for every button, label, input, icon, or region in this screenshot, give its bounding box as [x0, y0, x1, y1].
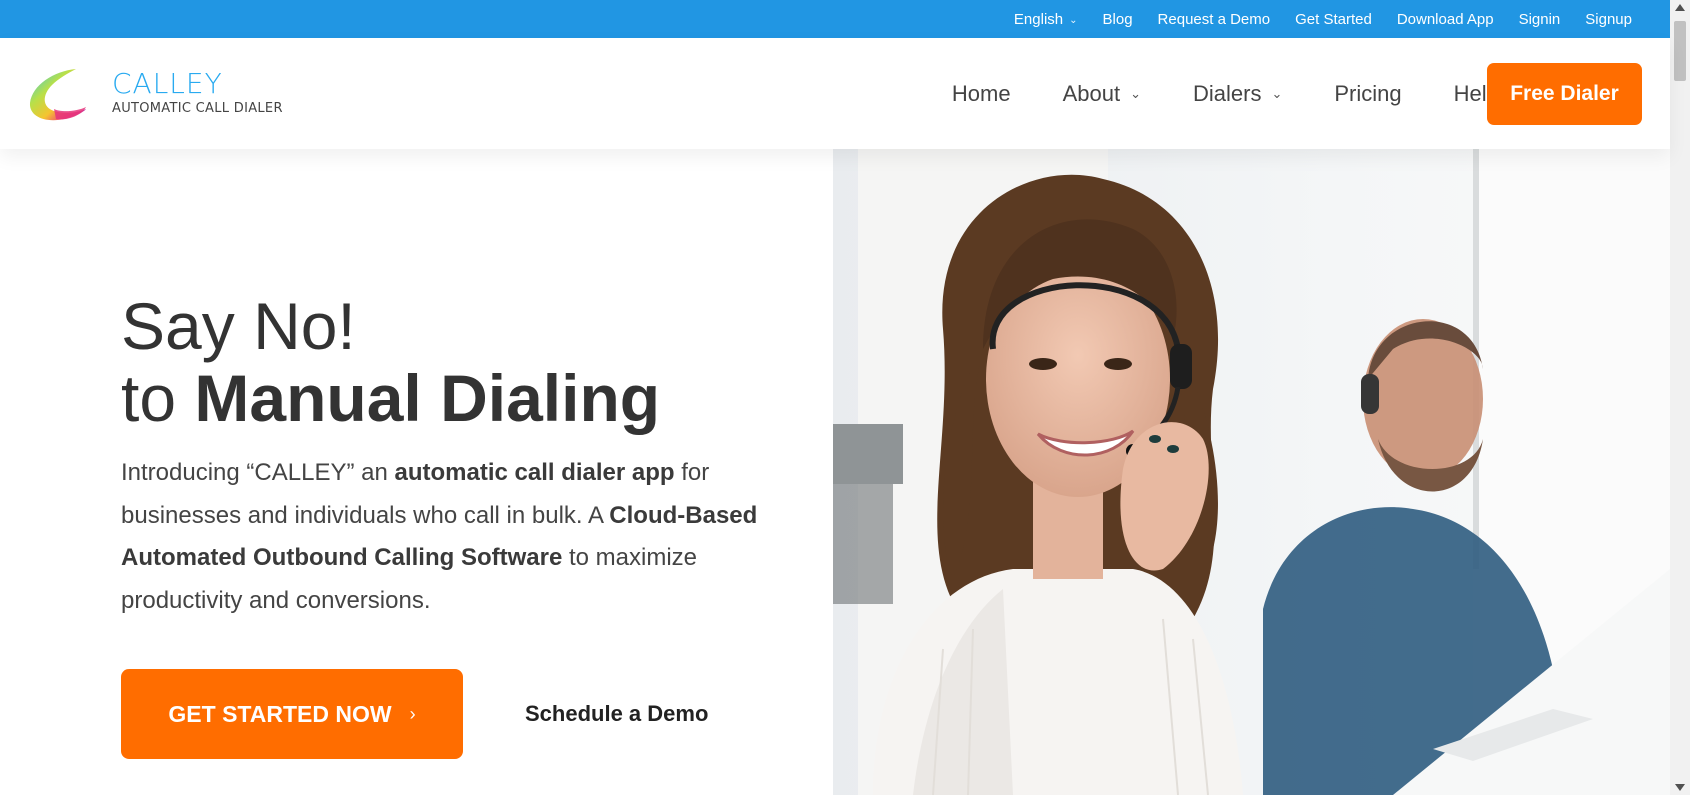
nav-about-label: About	[1062, 80, 1121, 106]
calley-logo-icon	[29, 69, 86, 121]
nav-home[interactable]: Home	[952, 81, 1011, 107]
schedule-demo-link[interactable]: Schedule a Demo	[525, 701, 708, 727]
get-started-now-label: GET STARTED NOW	[168, 700, 392, 727]
lead-text-1: Introducing “CALLEY” an	[121, 459, 395, 486]
top-link-download-app[interactable]: Download App	[1397, 11, 1494, 28]
scroll-thumb[interactable]	[1674, 21, 1686, 81]
hero-content: Say No! to Manual Dialing Introducing “C…	[121, 290, 757, 622]
hero-description: Introducing “CALLEY” an automatic call d…	[121, 452, 761, 622]
hero-line-2-prefix: to	[121, 361, 195, 435]
hero-headline: Say No! to Manual Dialing	[121, 290, 741, 434]
top-utility-bar: English ⌄ Blog Request a Demo Get Starte…	[0, 0, 1670, 38]
chevron-down-icon: ⌄	[1271, 85, 1283, 101]
lead-bold-1: automatic call dialer app	[394, 459, 675, 486]
free-dialer-button[interactable]: Free Dialer	[1487, 63, 1642, 125]
hero-line-2-bold: Manual Dialing	[194, 361, 661, 435]
nav-pricing[interactable]: Pricing	[1334, 81, 1401, 107]
chevron-right-icon: ›	[409, 703, 416, 724]
hero-line-1: Say No!	[121, 289, 356, 363]
scroll-up-arrow-icon[interactable]	[1675, 4, 1685, 11]
chevron-down-icon: ⌄	[1069, 14, 1078, 26]
top-link-signup[interactable]: Signup	[1585, 11, 1632, 28]
hero-photo	[833, 149, 1670, 795]
nav-dialers[interactable]: Dialers ⌄	[1193, 81, 1282, 107]
main-header: CALLEY AUTOMATIC CALL DIALER Home About …	[0, 38, 1670, 149]
top-links: English ⌄ Blog Request a Demo Get Starte…	[1014, 0, 1632, 38]
language-selector[interactable]: English ⌄	[1014, 11, 1078, 28]
language-label: English	[1013, 10, 1064, 28]
logo-subtitle: AUTOMATIC CALL DIALER	[112, 101, 283, 116]
chevron-down-icon: ⌄	[1130, 85, 1141, 101]
scroll-down-arrow-icon[interactable]	[1675, 784, 1685, 791]
top-link-blog[interactable]: Blog	[1103, 11, 1133, 28]
logo-link[interactable]: CALLEY AUTOMATIC CALL DIALER	[24, 63, 304, 135]
call-center-agents-image	[833, 149, 1670, 795]
top-link-get-started[interactable]: Get Started	[1295, 11, 1372, 28]
logo-title: CALLEY	[112, 67, 223, 100]
get-started-now-button[interactable]: GET STARTED NOW ›	[121, 669, 463, 759]
nav-home-label: Home	[951, 80, 1011, 106]
main-nav: Home About ⌄ Dialers ⌄ Pricing Help? ⌄	[900, 38, 1532, 149]
page-scrollbar[interactable]	[1670, 0, 1690, 795]
hero-cta-row: GET STARTED NOW › Schedule a Demo	[121, 669, 708, 759]
top-link-request-demo[interactable]: Request a Demo	[1158, 11, 1271, 28]
top-link-signin[interactable]: Signin	[1519, 11, 1561, 28]
nav-dialers-label: Dialers	[1192, 80, 1262, 106]
nav-about[interactable]: About ⌄	[1063, 81, 1141, 107]
nav-pricing-label: Pricing	[1334, 80, 1402, 106]
